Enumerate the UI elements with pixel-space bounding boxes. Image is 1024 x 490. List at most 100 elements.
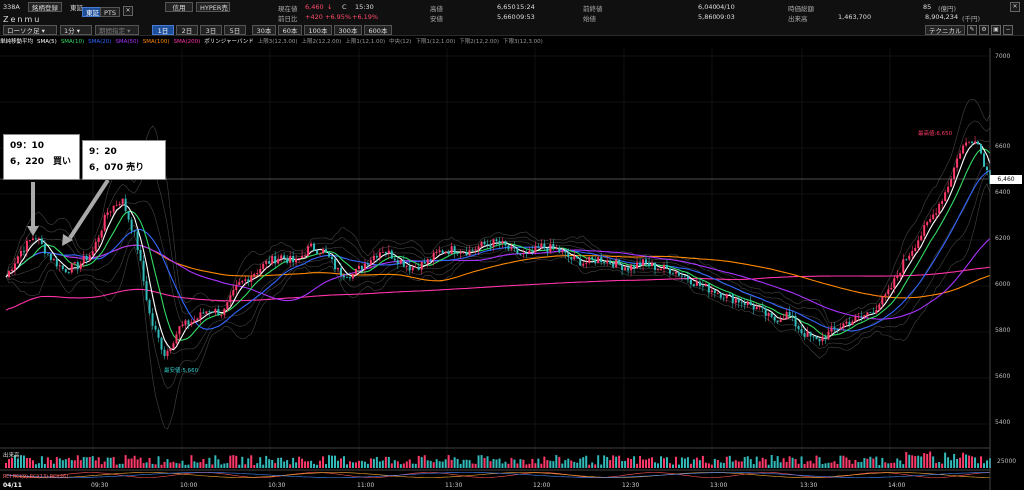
- candle-body: [250, 276, 253, 282]
- volume-bar: [462, 459, 465, 468]
- candle-body: [127, 211, 130, 220]
- volume-bar: [555, 455, 558, 468]
- candle-body: [857, 316, 860, 318]
- volume-bar: [543, 456, 546, 468]
- volume-bar: [429, 460, 432, 468]
- volume-bar: [857, 462, 860, 468]
- candle-body: [701, 285, 704, 287]
- price-tick: 6600: [995, 143, 1011, 150]
- volume-bar: [564, 460, 567, 468]
- time-tick: 11:30: [445, 482, 463, 489]
- candle-body: [130, 219, 133, 231]
- candle-body: [594, 259, 597, 263]
- volume-bar: [432, 462, 435, 468]
- volume-bar: [217, 459, 220, 468]
- volume-bar: [977, 463, 980, 468]
- candle-body: [22, 250, 25, 252]
- volume-bar: [941, 463, 944, 468]
- volume-bar: [731, 461, 734, 468]
- volume-bar: [46, 457, 49, 468]
- candle-body: [908, 255, 911, 260]
- volume-bar: [351, 462, 354, 468]
- volume-bar: [818, 457, 821, 468]
- candle-body: [597, 257, 600, 263]
- candle-body: [884, 294, 887, 297]
- price-chart[interactable]: [0, 0, 1024, 490]
- candle-body: [202, 312, 205, 314]
- volume-bar: [671, 464, 674, 468]
- candle-body: [929, 219, 932, 222]
- price-tick: 6400: [995, 189, 1011, 196]
- volume-bar: [82, 457, 85, 468]
- volume-bar: [692, 459, 695, 468]
- volume-bar: [25, 457, 28, 468]
- candle-body: [25, 240, 28, 252]
- candle-body: [73, 262, 76, 264]
- volume-bar: [875, 456, 878, 468]
- volume-bar: [211, 464, 214, 468]
- candle-body: [31, 238, 34, 241]
- price-tick: 5400: [995, 419, 1011, 426]
- candle-body: [612, 263, 615, 268]
- volume-bar: [70, 460, 73, 468]
- volume-bar: [630, 458, 633, 468]
- candle-body: [875, 309, 878, 314]
- candle-body: [546, 247, 549, 252]
- candle-body: [959, 153, 962, 159]
- volume-bar: [582, 457, 585, 468]
- volume-bar: [271, 460, 274, 468]
- rci-lines: [5, 472, 991, 478]
- candle-body: [833, 327, 836, 329]
- volume-bar: [974, 457, 977, 468]
- volume-bar: [435, 459, 438, 468]
- volume-bar: [441, 461, 444, 468]
- volume-bar: [88, 457, 91, 468]
- candle-body: [785, 311, 788, 319]
- candle-body: [97, 237, 100, 243]
- volume-bar: [908, 454, 911, 468]
- volume-bar: [121, 463, 124, 468]
- candle-body: [187, 320, 190, 325]
- volume-bar: [241, 456, 244, 468]
- candle-body: [707, 283, 710, 293]
- volume-bar: [64, 459, 67, 468]
- candle-body: [423, 261, 426, 264]
- candle-body: [974, 141, 977, 144]
- candle-body: [689, 279, 692, 285]
- candle-body: [28, 240, 31, 241]
- candle-body: [743, 302, 746, 305]
- volume-bar: [842, 455, 845, 468]
- volume-bar: [145, 462, 148, 468]
- volume-bar: [851, 463, 854, 468]
- candle-body: [354, 268, 357, 275]
- volume-bar: [130, 458, 133, 468]
- candle-body: [447, 251, 450, 255]
- candle-body: [211, 311, 214, 313]
- volume-bar: [830, 462, 833, 468]
- candle-body: [767, 313, 770, 316]
- volume-bar: [480, 455, 483, 468]
- candle-body: [109, 211, 112, 213]
- volume-bar: [411, 463, 414, 468]
- volume-bar: [369, 458, 372, 468]
- candle-body: [151, 313, 154, 326]
- candle-body: [456, 253, 459, 254]
- candle-body: [830, 327, 833, 332]
- volume-bar: [178, 463, 181, 468]
- volume-bar: [558, 456, 561, 468]
- volume-bar: [232, 455, 235, 468]
- volume-bar: [286, 460, 289, 468]
- candle-body: [235, 285, 238, 291]
- volume-bar: [546, 460, 549, 468]
- candle-body: [722, 297, 725, 299]
- candle-body: [118, 203, 121, 206]
- candle-body: [55, 258, 58, 267]
- candle-body: [43, 243, 46, 254]
- candle-body: [770, 313, 773, 317]
- volume-bar: [292, 457, 295, 468]
- candle-body: [893, 278, 896, 288]
- volume-bar: [280, 457, 283, 468]
- volume-bar: [627, 458, 630, 468]
- volume-bar: [354, 462, 357, 468]
- volume-bar: [950, 460, 953, 468]
